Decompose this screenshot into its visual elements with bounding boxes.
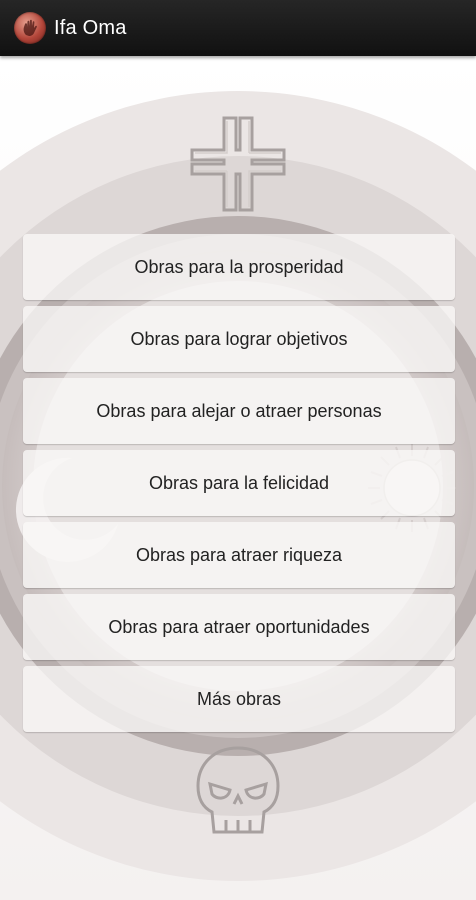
- menu-item-objetivos[interactable]: Obras para lograr objetivos: [23, 306, 455, 372]
- cross-icon: [190, 116, 286, 212]
- menu-item-mas-obras[interactable]: Más obras: [23, 666, 455, 732]
- content-area: Obras para la prosperidad Obras para log…: [0, 56, 476, 900]
- menu-item-riqueza[interactable]: Obras para atraer riqueza: [23, 522, 455, 588]
- app-title: Ifa Oma: [54, 16, 127, 39]
- works-menu: Obras para la prosperidad Obras para log…: [23, 234, 455, 738]
- menu-item-felicidad[interactable]: Obras para la felicidad: [23, 450, 455, 516]
- action-bar: Ifa Oma: [0, 0, 476, 56]
- menu-item-oportunidades[interactable]: Obras para atraer oportunidades: [23, 594, 455, 660]
- hand-icon[interactable]: [14, 12, 46, 44]
- menu-item-prosperidad[interactable]: Obras para la prosperidad: [23, 234, 455, 300]
- skull-icon: [196, 746, 280, 834]
- menu-item-personas[interactable]: Obras para alejar o atraer personas: [23, 378, 455, 444]
